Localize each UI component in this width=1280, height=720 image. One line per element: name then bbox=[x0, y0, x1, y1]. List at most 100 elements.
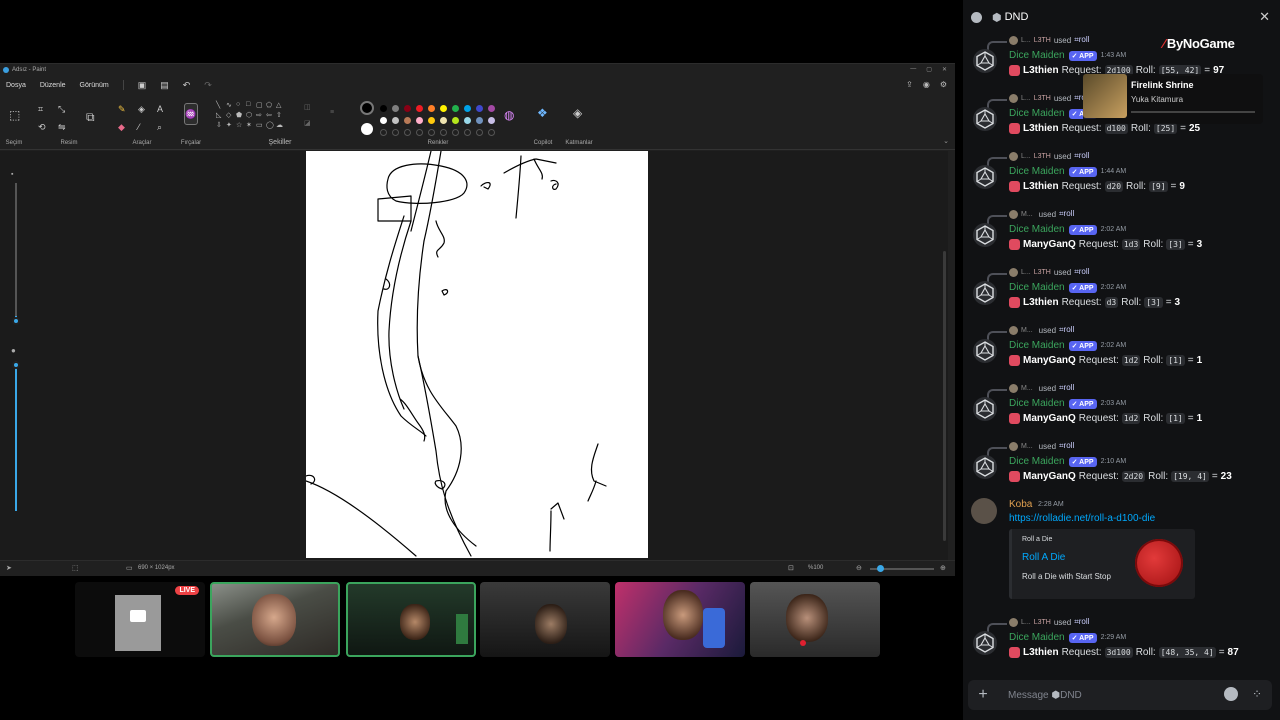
custom-color-slot[interactable] bbox=[416, 129, 423, 136]
rect-shape-icon[interactable]: □ bbox=[246, 101, 250, 108]
cloud-shape-icon[interactable]: ☁ bbox=[276, 121, 283, 129]
bot-name[interactable]: Dice Maiden bbox=[1009, 456, 1065, 467]
palette-swatch[interactable] bbox=[380, 117, 387, 124]
curve-shape-icon[interactable]: ∿ bbox=[226, 101, 232, 109]
slash-command[interactable]: ⌗roll bbox=[1074, 617, 1089, 627]
reply-context[interactable]: L... L3TH used ⌗roll bbox=[1009, 151, 1089, 161]
roller-username[interactable]: ManyGanQ bbox=[1023, 239, 1076, 250]
resize-icon[interactable]: ⤡ bbox=[58, 105, 65, 114]
bot-name[interactable]: Dice Maiden bbox=[1009, 340, 1065, 351]
zoom-out-icon[interactable]: ⊖ bbox=[856, 564, 862, 572]
custom-color-slot[interactable] bbox=[440, 129, 447, 136]
hexagon-shape-icon[interactable]: ⬡ bbox=[246, 111, 252, 119]
save-icon[interactable]: ▣ bbox=[138, 80, 147, 91]
palette-swatch[interactable] bbox=[452, 105, 459, 112]
star5-shape-icon[interactable]: ☆ bbox=[236, 121, 242, 129]
dice-bot-avatar[interactable] bbox=[973, 455, 997, 479]
roller-username[interactable]: ManyGanQ bbox=[1023, 413, 1076, 424]
roller-username[interactable]: ManyGanQ bbox=[1023, 355, 1076, 366]
slash-command[interactable]: ⌗roll bbox=[1074, 151, 1089, 161]
outline-icon[interactable]: ◫ bbox=[304, 103, 311, 111]
magnifier-icon[interactable]: ⌕ bbox=[157, 123, 162, 132]
custom-color-slot[interactable] bbox=[392, 129, 399, 136]
image-select-icon[interactable]: ⧉ bbox=[86, 111, 95, 123]
bot-name[interactable]: Dice Maiden bbox=[1009, 224, 1065, 235]
dice-bot-avatar[interactable] bbox=[973, 397, 997, 421]
share-icon[interactable]: ⇪ bbox=[906, 80, 913, 89]
palette-swatch[interactable] bbox=[404, 117, 411, 124]
palette-swatch[interactable] bbox=[392, 105, 399, 112]
vertical-scrollbar[interactable] bbox=[943, 251, 946, 541]
slash-command[interactable]: ⌗roll bbox=[1059, 325, 1074, 335]
collapse-ribbon-icon[interactable]: ⌄ bbox=[943, 138, 949, 145]
palette-swatch[interactable] bbox=[464, 105, 471, 112]
emoji-icon[interactable] bbox=[1224, 687, 1238, 701]
bot-name[interactable]: Dice Maiden bbox=[1009, 50, 1065, 61]
reply-context[interactable]: M... used ⌗roll bbox=[1009, 441, 1074, 451]
reply-context[interactable]: M... used ⌗roll bbox=[1009, 325, 1074, 335]
cam-tile-streamer-5[interactable] bbox=[750, 582, 880, 657]
palette-swatch[interactable] bbox=[452, 117, 459, 124]
composer-placeholder[interactable]: Message ⬢DND bbox=[1008, 690, 1082, 701]
dice-bot-avatar[interactable] bbox=[973, 339, 997, 363]
opacity-knob[interactable] bbox=[12, 361, 20, 369]
embed-title[interactable]: Roll A Die bbox=[1022, 552, 1065, 563]
maximize-icon[interactable]: ▢ bbox=[926, 66, 932, 73]
roller-username[interactable]: L3thien bbox=[1023, 647, 1059, 658]
fill-icon[interactable]: ◈ bbox=[138, 105, 145, 114]
palette-swatch[interactable] bbox=[428, 105, 435, 112]
palette-swatch[interactable] bbox=[392, 117, 399, 124]
palette-swatch[interactable] bbox=[440, 105, 447, 112]
oval-shape-icon[interactable]: ○ bbox=[236, 101, 240, 108]
palette-swatch[interactable] bbox=[476, 117, 483, 124]
star4-shape-icon[interactable]: ✦ bbox=[226, 121, 232, 129]
save-as-icon[interactable]: ▤ bbox=[160, 80, 169, 91]
fit-to-window-icon[interactable]: ⊡ bbox=[788, 564, 794, 572]
slash-command[interactable]: ⌗roll bbox=[1074, 35, 1089, 45]
cam-tile-screen-share[interactable]: LIVE bbox=[75, 582, 205, 657]
text-icon[interactable]: A bbox=[157, 105, 163, 114]
apps-icon[interactable]: ⁘ bbox=[1252, 687, 1262, 701]
pencil-icon[interactable]: ✎ bbox=[118, 105, 126, 114]
palette-swatch[interactable] bbox=[380, 105, 387, 112]
palette-swatch[interactable] bbox=[416, 117, 423, 124]
avatar[interactable] bbox=[971, 498, 997, 524]
pentagon-shape-icon[interactable]: ⬟ bbox=[236, 111, 242, 119]
close-panel-icon[interactable]: ✕ bbox=[1259, 9, 1270, 25]
line-shape-icon[interactable]: ╲ bbox=[216, 101, 220, 109]
bot-name[interactable]: Dice Maiden bbox=[1009, 166, 1065, 177]
roller-username[interactable]: L3thien bbox=[1023, 65, 1059, 76]
brush-size-slider[interactable]: ▪ ● bbox=[8, 171, 24, 531]
palette-swatch[interactable] bbox=[476, 105, 483, 112]
edit-colors-icon[interactable]: ◍ bbox=[504, 109, 514, 121]
arrow-right-shape-icon[interactable]: ⇨ bbox=[256, 111, 262, 119]
roller-username[interactable]: L3thien bbox=[1023, 123, 1059, 134]
author-name[interactable]: Koba bbox=[1009, 499, 1032, 510]
custom-color-slot[interactable] bbox=[428, 129, 435, 136]
dice-bot-avatar[interactable] bbox=[973, 49, 997, 73]
slash-command[interactable]: ⌗roll bbox=[1074, 267, 1089, 277]
right-triangle-shape-icon[interactable]: ◺ bbox=[216, 111, 221, 119]
message-composer[interactable]: + Message ⬢DND ⁘ bbox=[968, 680, 1272, 710]
menu-view[interactable]: Görünüm bbox=[80, 82, 109, 89]
account-icon[interactable]: ◉ bbox=[923, 80, 930, 89]
redo-icon[interactable]: ↷ bbox=[204, 80, 212, 91]
menu-edit[interactable]: Düzenle bbox=[40, 82, 66, 89]
custom-color-slot[interactable] bbox=[464, 129, 471, 136]
reply-context[interactable]: L... L3TH used ⌗roll bbox=[1009, 267, 1089, 277]
bot-name[interactable]: Dice Maiden bbox=[1009, 632, 1065, 643]
cam-tile-streamer-2[interactable] bbox=[346, 582, 476, 657]
bot-name[interactable]: Dice Maiden bbox=[1009, 282, 1065, 293]
palette-swatch[interactable] bbox=[488, 105, 495, 112]
palette-swatch[interactable] bbox=[488, 117, 495, 124]
rounded-rect-shape-icon[interactable]: ▢ bbox=[256, 101, 263, 109]
palette-swatch[interactable] bbox=[416, 105, 423, 112]
star6-shape-icon[interactable]: ✶ bbox=[246, 121, 252, 129]
cam-tile-streamer-1[interactable] bbox=[210, 582, 340, 657]
slash-command[interactable]: ⌗roll bbox=[1059, 383, 1074, 393]
custom-color-slot[interactable] bbox=[380, 129, 387, 136]
palette-swatch[interactable] bbox=[404, 105, 411, 112]
reply-context[interactable]: L... L3TH used ⌗roll bbox=[1009, 93, 1089, 103]
custom-color-slot[interactable] bbox=[452, 129, 459, 136]
menu-file[interactable]: Dosya bbox=[6, 82, 26, 89]
